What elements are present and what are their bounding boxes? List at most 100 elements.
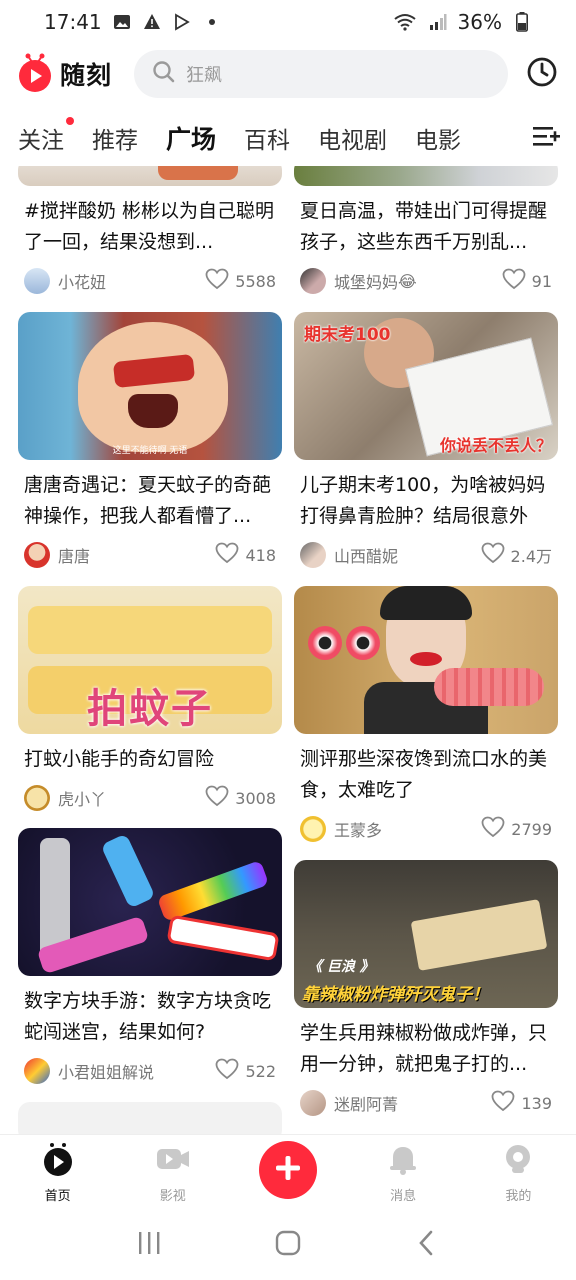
tab-label: 电视剧 — [318, 128, 388, 154]
author[interactable]: 迷剧阿菁 — [300, 1090, 398, 1116]
host-lips — [410, 652, 442, 666]
search-placeholder: 狂飙 — [186, 65, 222, 86]
nav-create[interactable] — [248, 1140, 328, 1199]
tab-label: 电影 — [415, 128, 462, 154]
back-icon[interactable] — [413, 1229, 441, 1261]
author[interactable]: 小花妞 — [24, 268, 106, 294]
like-button[interactable]: 2.4万 — [481, 542, 552, 568]
heart-icon — [481, 542, 505, 568]
search-bar[interactable]: 狂飙 — [134, 50, 508, 98]
home-button-icon[interactable] — [274, 1229, 302, 1261]
tab-square[interactable]: 广场 — [166, 120, 217, 162]
author[interactable]: 山西醋妮 — [300, 542, 398, 568]
history-button[interactable] — [524, 56, 560, 92]
profile-icon — [500, 1141, 536, 1181]
nav-messages[interactable]: 消息 — [363, 1141, 443, 1204]
like-button[interactable]: 418 — [215, 542, 276, 568]
author-name: 山西醋妮 — [334, 547, 399, 566]
video-card[interactable]: 数字方块手游：数字方块贪吃蛇闯迷宫，结果如何? 小君姐姐解说 522 — [18, 828, 282, 1086]
video-thumbnail[interactable] — [18, 166, 282, 186]
video-thumbnail[interactable]: 拍蚊子 — [18, 586, 282, 734]
tab-tv-series[interactable]: 电视剧 — [318, 121, 387, 155]
nav-label: 消息 — [390, 1189, 417, 1204]
video-card[interactable]: 测评那些深夜馋到流口水的美食，太难吃了 王蒙多 2799 — [294, 586, 558, 844]
status-time: 17:41 — [44, 10, 102, 34]
nav-video[interactable]: 影视 — [133, 1141, 213, 1204]
video-thumbnail[interactable]: 期末考100 你说丢不丢人？ — [294, 312, 558, 460]
like-button[interactable]: 3008 — [205, 785, 276, 811]
video-title[interactable]: 学生兵用辣椒粉做成炸弹，只用一分钟，就把鬼子打的... — [294, 1018, 558, 1080]
video-thumbnail[interactable]: 《 巨浪 》 靠辣椒粉炸弹歼灭鬼子！ — [294, 860, 558, 1008]
tab-following[interactable]: 关注 — [18, 117, 74, 155]
video-title[interactable]: 数字方块手游：数字方块贪吃蛇闯迷宫，结果如何? — [18, 986, 282, 1048]
dot-icon — [202, 12, 222, 32]
video-thumbnail[interactable] — [18, 1102, 282, 1134]
video-card[interactable]: 《 巨浪 》 靠辣椒粉炸弹歼灭鬼子！ 学生兵用辣椒粉做成炸弹，只用一分钟，就把鬼… — [294, 860, 558, 1118]
candy-eye-right — [346, 626, 380, 660]
video-card[interactable]: 拍蚊子 打蚊小能手的奇幻冒险 虎小丫 3008 — [18, 586, 282, 813]
video-meta: 王蒙多 2799 — [294, 814, 558, 844]
wifi-icon — [392, 12, 418, 32]
snake-rainbow — [156, 859, 270, 923]
author[interactable]: 唐唐 — [24, 542, 90, 568]
like-button[interactable]: 139 — [491, 1090, 552, 1116]
like-count: 3008 — [235, 788, 276, 808]
video-meta: 山西醋妮 2.4万 — [294, 540, 558, 570]
avatar — [24, 542, 50, 568]
tab-movies[interactable]: 电影 — [415, 121, 461, 155]
author[interactable]: 城堡妈妈 😂 — [300, 268, 417, 294]
video-title[interactable]: 测评那些深夜馋到流口水的美食，太难吃了 — [294, 744, 558, 806]
video-title[interactable]: #搅拌酸奶 彬彬以为自己聪明了一回，结果没想到... — [18, 196, 282, 258]
video-card[interactable]: #搅拌酸奶 彬彬以为自己聪明了一回，结果没想到... 小花妞 5588 — [18, 166, 282, 296]
like-count: 2.4万 — [510, 547, 552, 566]
snake-white — [166, 914, 280, 962]
create-button[interactable] — [258, 1140, 317, 1199]
app-name: 随刻 — [60, 61, 113, 90]
like-button[interactable]: 2799 — [481, 816, 552, 842]
channel-manage-button[interactable] — [516, 110, 576, 166]
status-right: 36% — [392, 10, 532, 34]
author-name: 小君姐姐解说 — [58, 1063, 155, 1082]
heart-icon — [502, 268, 526, 294]
video-camera-icon — [155, 1141, 191, 1181]
video-meta: 城堡妈妈 😂 91 — [294, 266, 558, 296]
video-thumbnail[interactable] — [18, 828, 282, 976]
nav-label: 我的 — [505, 1189, 532, 1204]
like-button[interactable]: 5588 — [205, 268, 276, 294]
author[interactable]: 王蒙多 — [300, 816, 382, 842]
nav-profile[interactable]: 我的 — [478, 1141, 558, 1204]
video-card[interactable]: 这里不能待啊 无语 唐唐奇遇记：夏天蚊子的奇葩神操作，把我人都看懵了... 唐唐… — [18, 312, 282, 570]
like-button[interactable]: 522 — [215, 1058, 276, 1084]
video-title[interactable]: 夏日高温，带娃出门可得提醒孩子，这些东西千万别乱... — [294, 196, 558, 258]
video-card[interactable]: 期末考100 你说丢不丢人？ 儿子期末考100，为啥被妈妈打得鼻青脸肿？结局很意… — [294, 312, 558, 570]
video-thumbnail[interactable] — [294, 586, 558, 734]
video-meta: 虎小丫 3008 — [18, 783, 282, 813]
battery-percent: 36% — [457, 10, 502, 34]
like-button[interactable]: 91 — [502, 268, 552, 294]
recent-apps-icon[interactable] — [135, 1229, 163, 1261]
signal-icon — [428, 12, 448, 32]
author[interactable]: 虎小丫 — [24, 785, 106, 811]
video-title[interactable]: 打蚊小能手的奇幻冒险 — [18, 744, 282, 775]
app-header: 随刻 狂飙 — [0, 44, 576, 104]
video-thumbnail[interactable] — [294, 166, 558, 186]
video-title[interactable]: 唐唐奇遇记：夏天蚊子的奇葩神操作，把我人都看懵了... — [18, 470, 282, 532]
avatar — [24, 1058, 50, 1084]
video-title[interactable]: 儿子期末考100，为啥被妈妈打得鼻青脸肿？结局很意外 — [294, 470, 558, 532]
author[interactable]: 小君姐姐解说 — [24, 1058, 154, 1084]
tab-encyclopedia[interactable]: 百科 — [244, 121, 290, 155]
heart-icon — [215, 1058, 239, 1084]
avatar — [300, 816, 326, 842]
nav-home[interactable]: 首页 — [18, 1141, 98, 1204]
avatar — [300, 542, 326, 568]
tab-recommend[interactable]: 推荐 — [92, 121, 138, 155]
category-tabs: 关注 推荐 广场 百科 电视剧 电影 — [0, 110, 576, 166]
battery-icon — [512, 12, 532, 32]
video-card-loading[interactable] — [18, 1102, 282, 1134]
like-count: 139 — [521, 1093, 552, 1113]
thumb-detail — [158, 166, 238, 180]
video-card[interactable]: 夏日高温，带娃出门可得提醒孩子，这些东西千万别乱... 城堡妈妈 😂 91 — [294, 166, 558, 296]
bottom-navigation: 首页 影视 消息 我的 — [0, 1134, 576, 1210]
app-logo[interactable]: 随刻 — [16, 52, 128, 96]
video-thumbnail[interactable]: 这里不能待啊 无语 — [18, 312, 282, 460]
